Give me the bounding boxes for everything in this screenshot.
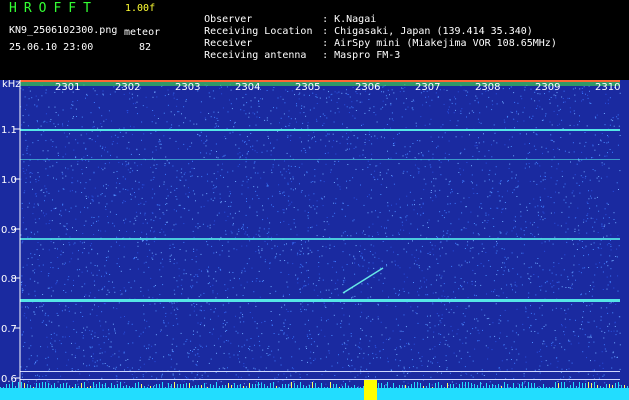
app-version: 1.00f xyxy=(125,3,156,14)
y-tick-label: 0.8 xyxy=(1,274,17,285)
meteor-count-label: meteor xyxy=(124,27,161,38)
baseline-band xyxy=(0,388,629,400)
meta-value: Maspro FM-3 xyxy=(334,50,401,61)
signal-line xyxy=(20,299,620,302)
reference-line xyxy=(20,379,620,380)
y-tick-label: 1.0 xyxy=(1,175,17,186)
meteor-burst xyxy=(364,380,377,400)
time-label: 2303 xyxy=(175,82,200,93)
y-tick-label: 1.1 xyxy=(1,125,17,136)
frequency-unit-label: kHz xyxy=(2,80,21,90)
signal-line xyxy=(20,129,620,131)
meta-separator: : xyxy=(322,50,329,61)
time-label: 2310 xyxy=(595,82,620,93)
meta-row-antenna: Receiving antenna: Maspro FM-3 xyxy=(180,39,400,72)
y-tick-label: 0.9 xyxy=(1,225,17,236)
time-label: 2309 xyxy=(535,82,560,93)
image-filename: KN9_2506102300.png xyxy=(9,25,118,36)
time-label: 2306 xyxy=(355,82,380,93)
time-label: 2308 xyxy=(475,82,500,93)
y-tick-label: 0.7 xyxy=(1,324,17,335)
waterfall-spectrogram: kHz 1.1 1.0 0.9 0.8 0.7 0.6 2301 2302 23… xyxy=(0,80,629,400)
time-label: 2302 xyxy=(115,82,140,93)
time-label: 2305 xyxy=(295,82,320,93)
meteor-count-value: 82 xyxy=(139,42,152,53)
time-label: 2301 xyxy=(55,82,80,93)
app-title: HROFFT xyxy=(9,1,98,16)
time-label: 2307 xyxy=(415,82,440,93)
signal-line xyxy=(20,238,620,240)
observation-datetime: 25.06.10 23:00 xyxy=(9,42,94,53)
signal-line xyxy=(20,159,620,160)
header-panel: HROFFT 1.00f KN9_2506102300.png meteor 2… xyxy=(0,0,629,80)
time-label: 2304 xyxy=(235,82,260,93)
reference-line xyxy=(20,371,620,372)
meta-key: Receiving antenna xyxy=(204,50,307,61)
y-tick-label: 0.6 xyxy=(1,374,17,385)
